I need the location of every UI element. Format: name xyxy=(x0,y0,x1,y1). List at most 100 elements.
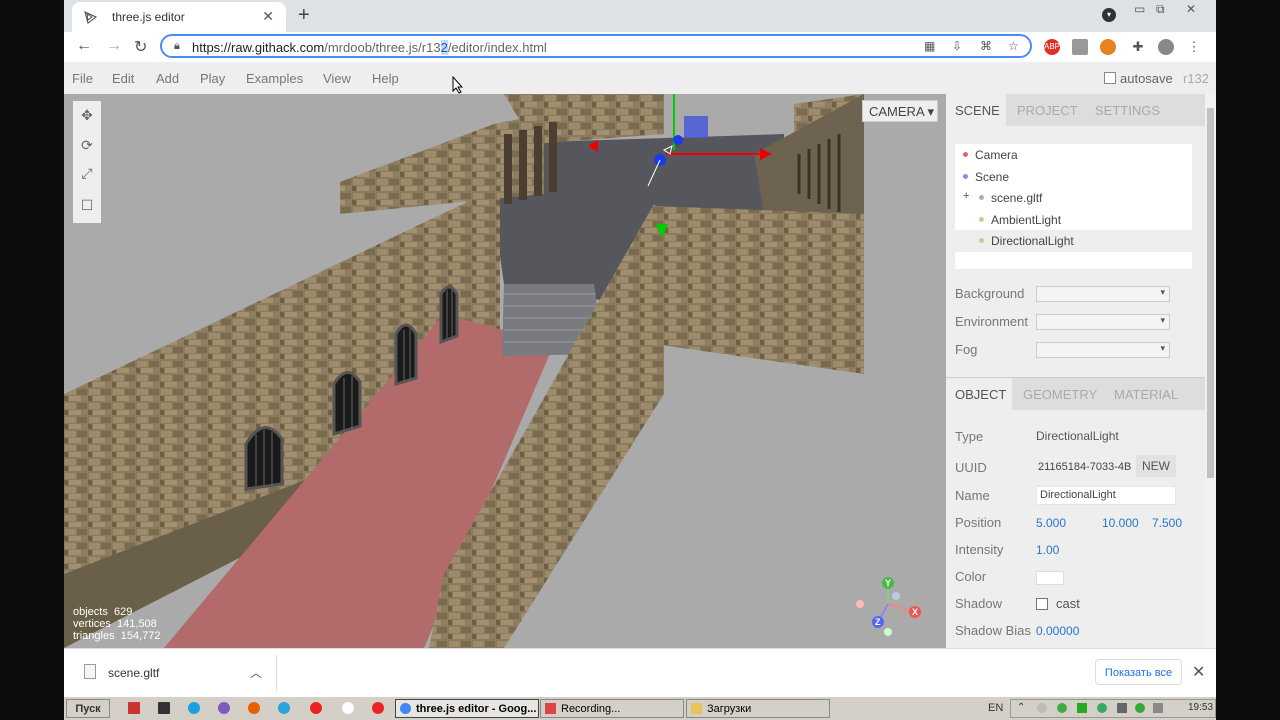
tab-search-icon[interactable]: ▾ xyxy=(1102,8,1116,22)
task-chrome[interactable]: three.js editor - Goog... xyxy=(395,699,539,718)
clock[interactable]: 19:53 xyxy=(1188,702,1213,713)
menu-edit[interactable]: Edit xyxy=(112,71,134,86)
tab-scene[interactable]: SCENE xyxy=(955,103,1000,118)
start-button[interactable]: Пуск xyxy=(66,699,110,718)
tray-arrow-icon[interactable]: ⌃ xyxy=(1017,702,1025,713)
sidebar-scrollbar[interactable] xyxy=(1205,94,1216,648)
menu-file[interactable]: File xyxy=(72,71,93,86)
puzzle-icon[interactable]: ✚ xyxy=(1130,39,1146,55)
task-recording[interactable]: Recording... xyxy=(540,699,684,718)
tab-title: three.js editor xyxy=(112,10,185,24)
position-z[interactable]: 7.500 xyxy=(1152,516,1182,530)
menu-view[interactable]: View xyxy=(323,71,351,86)
fog-select[interactable]: ▾ xyxy=(1036,342,1170,358)
environment-label: Environment xyxy=(955,314,1028,329)
mouse-cursor-icon xyxy=(452,76,464,94)
outliner-item-scene-gltf[interactable]: + scene.gltf xyxy=(955,187,1192,209)
profile-avatar-icon[interactable] xyxy=(1158,39,1174,55)
shadow-bias-label: Shadow Bias xyxy=(955,623,1031,638)
flag-icon[interactable] xyxy=(1077,703,1087,713)
bookmark-star-icon[interactable]: ☆ xyxy=(1008,39,1019,53)
language-indicator[interactable]: EN xyxy=(988,702,1003,714)
check-icon[interactable] xyxy=(1057,703,1067,713)
battery-icon[interactable] xyxy=(1135,703,1145,713)
background-select[interactable]: ▾ xyxy=(1036,286,1170,302)
scale-tool-icon[interactable]: ⤢ xyxy=(79,165,95,181)
sound-icon[interactable] xyxy=(1153,703,1163,713)
autosave-toggle[interactable]: autosave xyxy=(1104,71,1173,86)
browser-tab[interactable]: three.js editor ✕ xyxy=(72,2,286,32)
skype-icon[interactable] xyxy=(188,702,200,714)
adblock-icon[interactable]: ABP xyxy=(1044,39,1060,55)
scene-outliner[interactable]: Camera Scene + scene.gltf AmbientLight Di… xyxy=(955,144,1192,269)
menu-play[interactable]: Play xyxy=(200,71,225,86)
back-icon[interactable]: ← xyxy=(76,37,92,55)
restore-icon[interactable]: ⧉ xyxy=(1156,2,1165,17)
show-all-button[interactable]: Показать все xyxy=(1095,659,1182,685)
tab-close-icon[interactable]: ✕ xyxy=(262,8,274,25)
version-label: r132 xyxy=(1183,71,1210,86)
menu-examples[interactable]: Examples xyxy=(246,71,303,86)
menu-add[interactable]: Add xyxy=(156,71,179,86)
menu-help[interactable]: Help xyxy=(372,71,399,86)
name-input[interactable]: DirectionalLight xyxy=(1036,486,1176,505)
translate-icon[interactable]: ⌘ xyxy=(980,39,992,53)
environment-select[interactable]: ▾ xyxy=(1036,314,1170,330)
qr-code-icon[interactable]: ▦ xyxy=(924,39,935,53)
tab-object[interactable]: OBJECT xyxy=(955,387,1006,402)
local-space-checkbox[interactable]: ☐ xyxy=(79,197,95,213)
position-x[interactable]: 5.000 xyxy=(1036,516,1066,530)
firefox-icon[interactable] xyxy=(248,702,260,714)
forward-icon[interactable]: → xyxy=(106,37,122,55)
extension-icon[interactable] xyxy=(1072,39,1088,55)
3d-viewport[interactable]: Y X Z ✥ ⟳ ⤢ ☐ CAMERA ▾ objects 629 verti… xyxy=(64,94,946,648)
opera-icon[interactable] xyxy=(310,702,322,714)
color-swatch[interactable] xyxy=(1036,571,1064,585)
outliner-item-scene[interactable]: Scene xyxy=(955,166,1192,188)
tab-project[interactable]: PROJECT xyxy=(1017,103,1078,118)
chevron-up-icon[interactable]: ︿ xyxy=(250,664,262,681)
intensity-value[interactable]: 1.00 xyxy=(1036,543,1059,557)
install-icon[interactable]: ⇩ xyxy=(952,39,962,53)
yandex-icon[interactable] xyxy=(342,702,354,714)
position-y[interactable]: 10.000 xyxy=(1102,516,1139,530)
editor-menubar: File Edit Add Play Examples View Help au… xyxy=(64,62,1216,94)
volume-icon[interactable] xyxy=(1037,703,1047,713)
lock-icon[interactable]: 🔒︎ xyxy=(174,40,180,53)
new-uuid-button[interactable]: NEW xyxy=(1136,455,1176,477)
outliner-item-directionallight[interactable]: DirectionalLight xyxy=(955,230,1192,252)
minimize-icon[interactable]: ▭ xyxy=(1134,2,1145,16)
tab-material[interactable]: MATERIAL xyxy=(1114,387,1178,402)
viber-icon[interactable] xyxy=(218,702,230,714)
download-item[interactable]: scene.gltf xyxy=(84,664,159,680)
scrollbar-thumb[interactable] xyxy=(1207,108,1214,478)
expand-icon[interactable]: + xyxy=(963,190,969,202)
terminal-icon[interactable] xyxy=(158,702,170,714)
outliner-item-ambientlight[interactable]: AmbientLight xyxy=(955,209,1192,231)
shadow-bias-value[interactable]: 0.00000 xyxy=(1036,624,1079,638)
tab-settings[interactable]: SETTINGS xyxy=(1095,103,1160,118)
shadow-label: Shadow xyxy=(955,596,1002,611)
position-label: Position xyxy=(955,515,1002,530)
task-downloads[interactable]: Загрузки xyxy=(686,699,830,718)
metamask-icon[interactable] xyxy=(1100,39,1116,55)
reload-icon[interactable]: ↻ xyxy=(134,37,147,57)
chrome-menu-icon[interactable]: ⋮ xyxy=(1186,39,1202,55)
camera-select[interactable]: CAMERA ▾ xyxy=(862,100,938,122)
window-close-icon[interactable]: ✕ xyxy=(1186,2,1196,16)
tab-geometry[interactable]: GEOMETRY xyxy=(1023,387,1097,402)
new-tab-icon[interactable]: + xyxy=(298,4,310,27)
filezilla-icon[interactable] xyxy=(128,702,140,714)
telegram-icon[interactable] xyxy=(278,702,290,714)
yandex-browser-icon[interactable] xyxy=(372,702,384,714)
address-bar[interactable]: 🔒︎ https://raw.githack.com/mrdoob/three.… xyxy=(160,34,1032,58)
network-icon[interactable] xyxy=(1117,703,1127,713)
outliner-item-camera[interactable]: Camera xyxy=(955,144,1192,166)
vpn-icon[interactable] xyxy=(1097,703,1107,713)
autosave-checkbox[interactable] xyxy=(1104,72,1116,84)
translate-tool-icon[interactable]: ✥ xyxy=(79,107,95,123)
rotate-tool-icon[interactable]: ⟳ xyxy=(79,137,95,153)
windows-taskbar: Пуск three.js editor - Goog... Recording… xyxy=(64,696,1216,720)
shadow-cast-checkbox[interactable] xyxy=(1036,598,1048,610)
download-bar-close-icon[interactable]: ✕ xyxy=(1192,662,1205,682)
